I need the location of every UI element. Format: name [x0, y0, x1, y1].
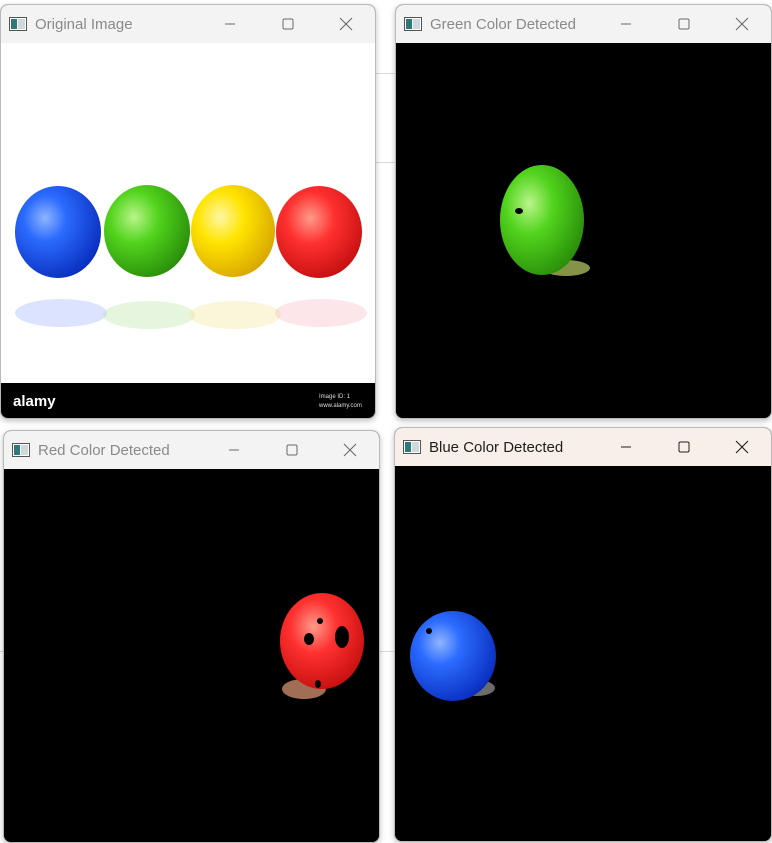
- red-mask-canvas: [4, 469, 379, 842]
- minimize-button[interactable]: [597, 5, 655, 43]
- green-detected-window[interactable]: Green Color Detected: [395, 4, 772, 419]
- window-title: Green Color Detected: [430, 15, 576, 33]
- app-icon: [404, 17, 422, 31]
- blue-mask-image: [410, 611, 496, 701]
- minimize-button[interactable]: [597, 428, 655, 466]
- blue-ball: [410, 611, 496, 701]
- green-ball: [500, 165, 584, 275]
- window-title: Blue Color Detected: [429, 438, 564, 456]
- close-button[interactable]: [713, 428, 771, 466]
- close-button[interactable]: [321, 431, 379, 469]
- banner-site: www.alamy.com: [318, 403, 362, 409]
- minimize-icon: [621, 23, 631, 25]
- close-button[interactable]: [713, 5, 771, 43]
- maximize-button[interactable]: [655, 428, 713, 466]
- green-ball: [104, 185, 190, 277]
- window-title: Original Image: [35, 15, 133, 33]
- maximize-icon: [678, 441, 690, 453]
- title-bar[interactable]: Original Image: [1, 5, 375, 43]
- original-image-window[interactable]: Original Image alamy Image ID: 1 www.ala…: [0, 4, 376, 419]
- yellow-ball: [191, 185, 275, 277]
- red-ball: [280, 593, 364, 689]
- maximize-icon: [282, 18, 294, 30]
- window-title: Red Color Detected: [38, 441, 170, 459]
- close-icon: [735, 17, 749, 31]
- title-bar[interactable]: Green Color Detected: [396, 5, 771, 43]
- minimize-icon: [229, 449, 239, 451]
- maximize-button[interactable]: [263, 431, 321, 469]
- maximize-button[interactable]: [259, 5, 317, 43]
- title-bar[interactable]: Blue Color Detected: [395, 428, 771, 466]
- minimize-icon: [225, 23, 235, 25]
- app-icon: [9, 17, 27, 31]
- close-icon: [735, 440, 749, 454]
- minimize-button[interactable]: [205, 431, 263, 469]
- green-mask-canvas: [396, 43, 771, 418]
- maximize-button[interactable]: [655, 5, 713, 43]
- blue-mask-canvas: [395, 466, 771, 841]
- close-icon: [339, 17, 353, 31]
- minimize-icon: [621, 446, 631, 448]
- banner-brand: alamy: [13, 393, 56, 410]
- title-bar[interactable]: Red Color Detected: [4, 431, 379, 469]
- app-icon: [12, 443, 30, 457]
- maximize-icon: [678, 18, 690, 30]
- app-icon: [403, 440, 421, 454]
- close-icon: [343, 443, 357, 457]
- original-image: alamy Image ID: 1 www.alamy.com: [1, 43, 375, 418]
- minimize-button[interactable]: [201, 5, 259, 43]
- banner-id: Image ID: 1: [319, 394, 351, 400]
- maximize-icon: [286, 444, 298, 456]
- green-mask-image: [500, 165, 590, 276]
- close-button[interactable]: [317, 5, 375, 43]
- red-mask-image: [280, 593, 364, 699]
- red-detected-window[interactable]: Red Color Detected: [3, 430, 380, 843]
- original-image-canvas: alamy Image ID: 1 www.alamy.com: [1, 43, 375, 418]
- red-ball: [276, 186, 362, 278]
- blue-ball: [15, 186, 101, 278]
- blue-detected-window[interactable]: Blue Color Detected: [394, 427, 772, 842]
